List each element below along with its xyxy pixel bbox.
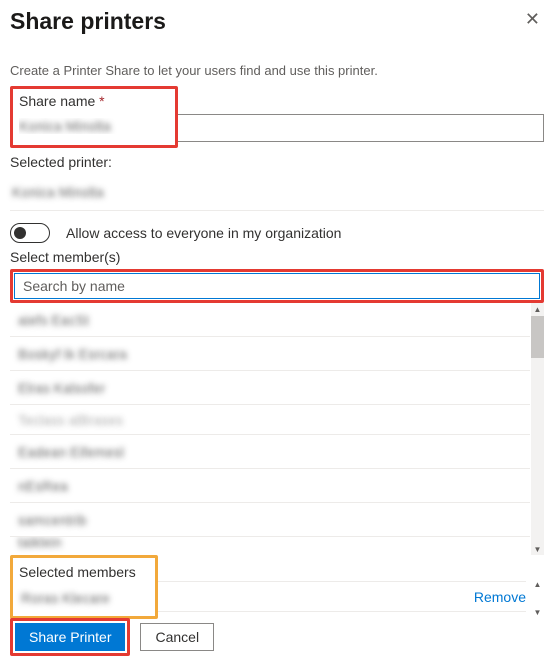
share-printer-highlight: Share Printer: [10, 618, 130, 656]
list-item[interactable]: samcentrib: [10, 503, 530, 537]
remove-link[interactable]: Remove: [474, 589, 526, 605]
share-name-highlight: Share name *: [10, 86, 178, 148]
share-name-label: Share name *: [19, 93, 169, 109]
allow-access-label: Allow access to everyone in my organizat…: [66, 225, 341, 241]
share-name-input[interactable]: [19, 113, 169, 139]
list-item[interactable]: Teclass alBrases: [10, 405, 530, 435]
scroll-down-icon[interactable]: ▼: [531, 542, 544, 556]
selected-members-label: Selected members: [17, 560, 151, 584]
list-item[interactable]: taiklein: [10, 537, 530, 555]
list-item[interactable]: nEsRea: [10, 469, 530, 503]
close-icon[interactable]: ✕: [521, 8, 544, 30]
cancel-button[interactable]: Cancel: [140, 623, 214, 651]
search-highlight: [10, 269, 544, 303]
share-printer-button[interactable]: Share Printer: [15, 623, 125, 651]
page-title: Share printers: [10, 8, 166, 35]
selected-printer-label: Selected printer:: [10, 154, 544, 170]
list-item[interactable]: Eadean Eifemesl: [10, 435, 530, 469]
scroll-down-icon[interactable]: ▼: [531, 605, 544, 619]
scroll-up-icon[interactable]: ▲: [531, 302, 544, 316]
select-members-label: Select member(s): [10, 249, 544, 265]
list-item[interactable]: aiefs EacSt: [10, 303, 530, 337]
description-text: Create a Printer Share to let your users…: [10, 63, 544, 78]
toggle-knob: [14, 227, 26, 239]
selected-member-name: Roras Klecare: [21, 590, 110, 606]
member-list: ▲ ▼ aiefs EacSt Boskyf Ik Esrcara Elras …: [10, 303, 544, 555]
list-item[interactable]: Boskyf Ik Esrcara: [10, 337, 530, 371]
share-name-input-extension[interactable]: [178, 114, 544, 142]
selected-printer-value: Konica Minolta: [10, 174, 544, 211]
scroll-up-icon[interactable]: ▲: [531, 577, 544, 591]
scrollbar-thumb[interactable]: [531, 316, 544, 358]
list-item[interactable]: Elras Kalsofer: [10, 371, 530, 405]
selected-members-highlight: Selected members Roras Klecare: [10, 555, 158, 619]
allow-access-toggle[interactable]: [10, 223, 50, 243]
search-input[interactable]: [14, 273, 540, 299]
